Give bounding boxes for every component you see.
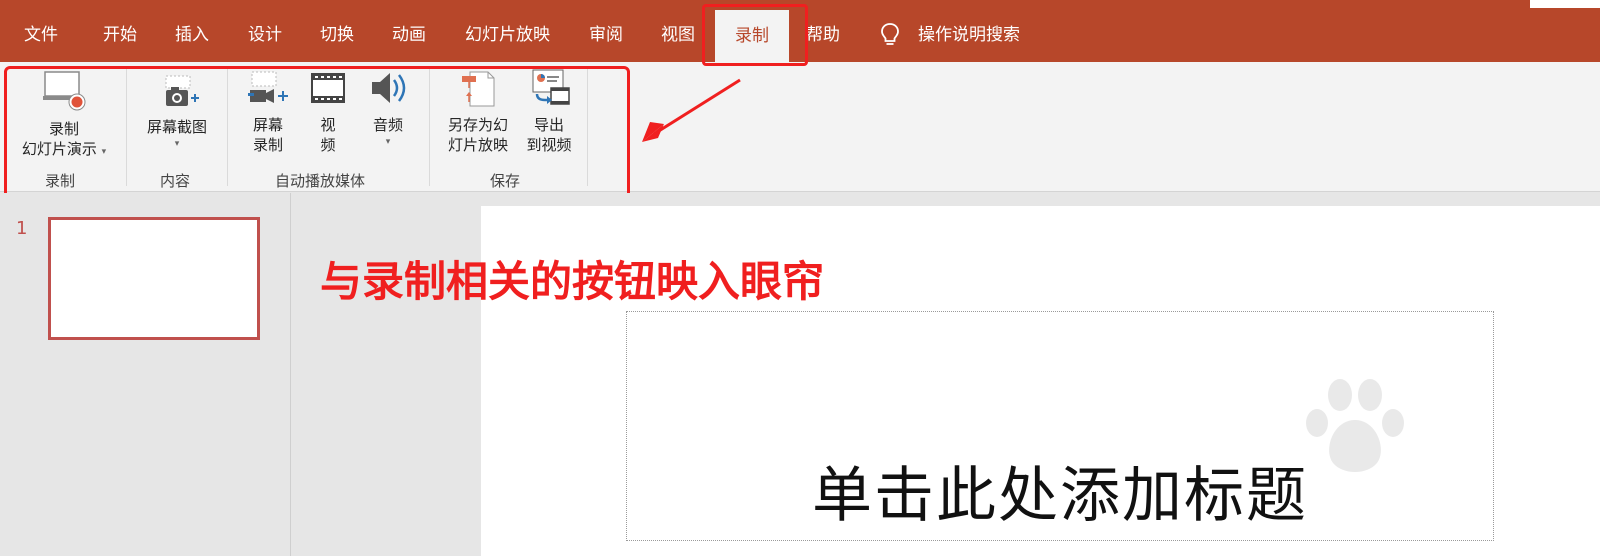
baidu-paw-watermark-icon [1306,379,1404,472]
lightbulb-icon [881,23,899,45]
tell-me-search[interactable]: 操作说明搜索 [918,20,1020,50]
title-strip [1530,0,1600,8]
tab-help[interactable]: 帮助 [806,20,840,50]
annotation-highlight-tab [702,4,808,66]
powerpoint-window: 文件 开始 插入 设计 切换 动画 幻灯片放映 审阅 视图 录制 帮助 操作说明… [0,0,1600,556]
slide-thumbnail[interactable] [48,217,260,340]
tab-slideshow[interactable]: 幻灯片放映 [465,20,550,50]
tab-animations[interactable]: 动画 [392,20,426,50]
tab-insert[interactable]: 插入 [175,20,209,50]
tab-view[interactable]: 视图 [661,20,695,50]
slide-number: 1 [16,218,28,239]
tab-home[interactable]: 开始 [103,20,137,50]
tab-transitions[interactable]: 切换 [320,20,354,50]
annotation-caption: 与录制相关的按钮映入眼帘 [320,257,825,306]
annotation-arrow-icon [642,78,741,142]
tab-review[interactable]: 审阅 [589,20,623,50]
tab-file[interactable]: 文件 [24,20,58,50]
annotation-highlight-ribbon [4,66,630,206]
tab-design[interactable]: 设计 [248,20,282,50]
